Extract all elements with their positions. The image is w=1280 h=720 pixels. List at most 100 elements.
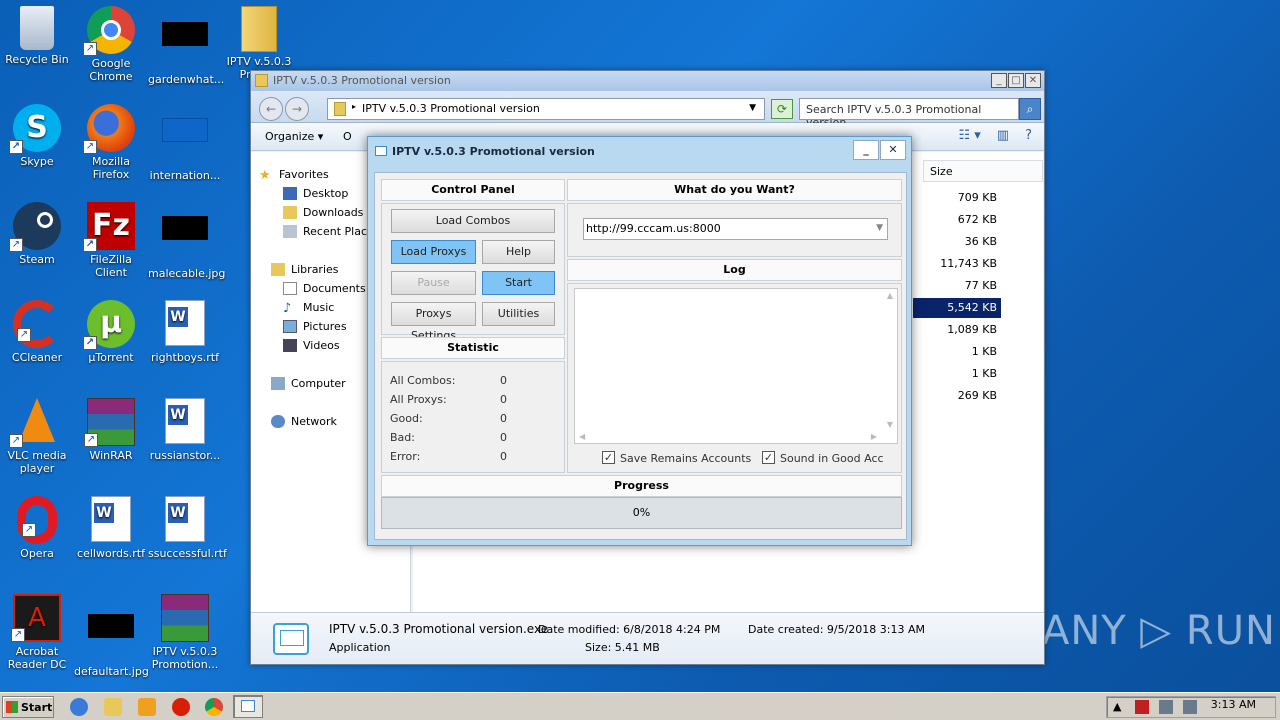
nav-label: Documents: [303, 282, 366, 295]
size-cell: 269 KB: [957, 389, 997, 402]
ssuccessful-doc-icon[interactable]: ssuccessful.rtf: [148, 496, 227, 560]
log-panel: ▲ ▼ ◀ ▶ ✓ Save Remains Accounts ✓ Sound in…: [567, 283, 902, 473]
avira-icon[interactable]: [172, 698, 190, 716]
tray-expand-icon[interactable]: ▲: [1113, 700, 1121, 713]
vlc-icon[interactable]: ↗ VLC media player: [0, 398, 74, 475]
checkbox-label: Sound in Good Acc: [780, 452, 884, 465]
save-remains-checkbox[interactable]: ✓ Save Remains Accounts: [602, 451, 751, 465]
nav-favorites[interactable]: ★ Favorites: [259, 168, 329, 183]
log-textarea[interactable]: ▲ ▼ ◀ ▶: [574, 288, 898, 444]
views-icon[interactable]: ☷ ▾: [958, 128, 980, 143]
preview-pane-icon[interactable]: ▥: [997, 128, 1009, 143]
start-button[interactable]: Start: [482, 271, 555, 295]
iptv-archive-icon[interactable]: IPTV v.5.0.3 Promotion...: [148, 594, 222, 671]
url-select[interactable]: http://99.cccam.us:8000 ▼: [583, 218, 888, 240]
progress-text: 0%: [632, 506, 651, 519]
forward-button[interactable]: →: [285, 97, 309, 121]
iptv-taskbar-button[interactable]: [233, 695, 263, 718]
maximize-button[interactable]: □: [1008, 73, 1024, 88]
pause-button[interactable]: Pause: [391, 271, 476, 295]
stat-label: All Combos:: [390, 374, 456, 387]
opera-icon[interactable]: ↗ Opera: [0, 496, 74, 560]
nav-network[interactable]: Network: [271, 415, 337, 428]
ie-icon[interactable]: [70, 698, 88, 716]
address-bar[interactable]: ▸ IPTV v.5.0.3 Promotional version ▼: [327, 98, 765, 120]
nav-documents[interactable]: Documents: [283, 282, 366, 295]
desktop-icon-label: FileZilla Client: [90, 253, 132, 279]
help-button[interactable]: Help: [482, 240, 555, 264]
url-value: http://99.cccam.us:8000: [586, 222, 721, 235]
back-button[interactable]: ←: [259, 97, 283, 121]
explorer-icon[interactable]: [104, 698, 122, 716]
russianstor-doc-icon[interactable]: russianstor...: [148, 398, 222, 462]
desktop-icon-label: Opera: [20, 547, 54, 560]
filezilla-icon[interactable]: Fz ↗ FileZilla Client: [74, 202, 148, 279]
firefox-icon[interactable]: ↗ Mozilla Firefox: [74, 104, 148, 181]
nav-computer[interactable]: Computer: [271, 377, 346, 390]
rightboys-doc-icon[interactable]: rightboys.rtf: [148, 300, 222, 364]
utorrent-icon[interactable]: µ ↗ µTorrent: [74, 300, 148, 364]
scroll-right-icon[interactable]: ▶: [871, 432, 877, 441]
scroll-down-icon[interactable]: ▼: [887, 420, 893, 429]
open-button[interactable]: O: [343, 130, 352, 143]
column-header-size[interactable]: Size: [923, 160, 1043, 182]
nav-desktop[interactable]: Desktop: [283, 187, 348, 200]
chevron-down-icon[interactable]: ▼: [749, 103, 756, 113]
cellwords-doc-icon[interactable]: cellwords.rtf: [74, 496, 148, 560]
close-button[interactable]: ✕: [880, 140, 906, 160]
explorer-titlebar[interactable]: IPTV v.5.0.3 Promotional version _ □ ✕: [251, 71, 1044, 91]
refresh-button[interactable]: ⟳: [771, 99, 793, 119]
network-tray-icon[interactable]: [1159, 700, 1173, 714]
size-cell-selected[interactable]: 5,542 KB: [913, 298, 1001, 318]
close-button[interactable]: ✕: [1025, 73, 1041, 88]
malecable-file-icon[interactable]: malecable.jpg: [148, 202, 225, 280]
stat-label: Good:: [390, 412, 423, 425]
start-button[interactable]: Start: [2, 696, 54, 718]
ccleaner-icon[interactable]: ↗ CCleaner: [0, 300, 74, 364]
nav-libraries[interactable]: Libraries: [271, 263, 339, 276]
clock[interactable]: 3:13 AM: [1211, 698, 1256, 711]
load-proxys-button[interactable]: Load Proxys: [391, 240, 476, 264]
chrome-icon[interactable]: ↗ Google Chrome: [74, 6, 148, 83]
nav-downloads[interactable]: Downloads: [283, 206, 363, 219]
media-player-icon[interactable]: [138, 698, 156, 716]
internation-file-icon[interactable]: internation...: [148, 104, 222, 182]
search-icon[interactable]: ⌕: [1019, 98, 1041, 120]
stat-all-proxys: 0: [500, 393, 507, 406]
dialog-titlebar[interactable]: IPTV v.5.0.3 Promotional version _ ✕: [368, 137, 911, 165]
defaultart-file-icon[interactable]: defaultart.jpg: [74, 594, 149, 678]
proxys-settings-button[interactable]: Proxys Settings: [391, 302, 476, 342]
taskbar: Start ▲ 3:13 AM: [0, 692, 1280, 720]
desktop-icon-label: Acrobat Reader DC: [7, 645, 67, 671]
desktop-icon-label: µTorrent: [88, 351, 134, 364]
search-input[interactable]: Search IPTV v.5.0.3 Promotional version: [799, 98, 1019, 129]
log-header: Log: [567, 259, 902, 281]
gardenwhat-file-icon[interactable]: gardenwhat...: [148, 6, 224, 86]
security-alert-icon[interactable]: [1135, 700, 1149, 714]
winrar-icon[interactable]: ↗ WinRAR: [74, 398, 148, 462]
chrome-taskbar-icon[interactable]: [205, 698, 223, 716]
scroll-up-icon[interactable]: ▲: [887, 291, 893, 300]
skype-icon[interactable]: S ↗ Skype: [0, 104, 74, 168]
chevron-down-icon[interactable]: ▼: [876, 223, 883, 233]
minimize-button[interactable]: _: [853, 140, 879, 160]
sound-good-checkbox[interactable]: ✓ Sound in Good Acc: [762, 451, 884, 465]
size-cell: 672 KB: [957, 213, 997, 226]
organize-button[interactable]: Organize ▾: [265, 130, 323, 143]
recycle-bin-icon[interactable]: Recycle Bin: [0, 6, 74, 66]
help-icon[interactable]: ?: [1025, 128, 1032, 143]
acrobat-icon[interactable]: A ↗ Acrobat Reader DC: [0, 594, 74, 671]
pictures-icon: [283, 320, 297, 333]
load-combos-button[interactable]: Load Combos: [391, 209, 555, 233]
anyrun-watermark: ANY ▷ RUN: [1042, 608, 1276, 654]
minimize-button[interactable]: _: [991, 73, 1007, 88]
nav-recent-places[interactable]: Recent Places: [283, 225, 380, 238]
volume-icon[interactable]: [1183, 700, 1197, 714]
steam-icon[interactable]: ↗ Steam: [0, 202, 74, 266]
utilities-button[interactable]: Utilities: [482, 302, 555, 326]
nav-pictures[interactable]: Pictures: [283, 320, 347, 333]
nav-videos[interactable]: Videos: [283, 339, 340, 352]
scroll-left-icon[interactable]: ◀: [579, 432, 585, 441]
dialog-title: IPTV v.5.0.3 Promotional version: [392, 145, 595, 158]
nav-music[interactable]: ♪ Music: [283, 301, 334, 316]
